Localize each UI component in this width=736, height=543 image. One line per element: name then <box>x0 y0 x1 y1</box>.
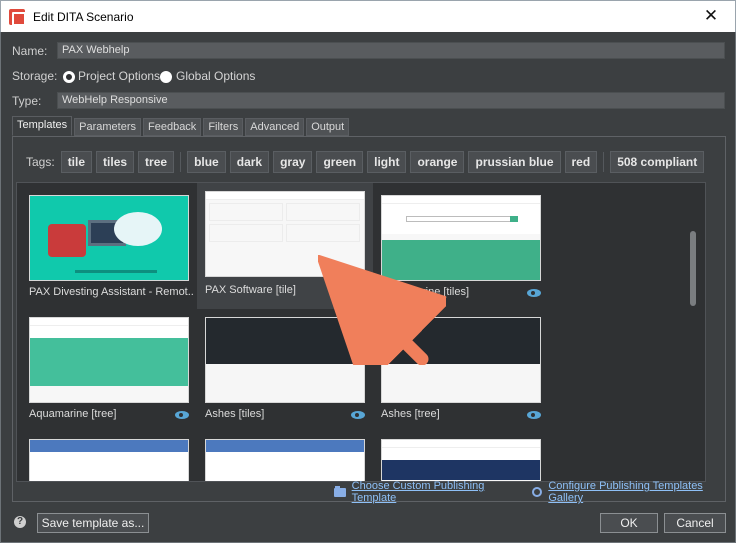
template-thumbnail <box>29 317 189 403</box>
dialog-body: Name: PAX Webhelp Storage: Project Optio… <box>0 32 736 543</box>
template-name: Ashes [tiles] <box>205 408 265 420</box>
choose-custom-template-link[interactable]: Choose Custom Publishing Template <box>352 480 527 504</box>
tab-output[interactable]: Output <box>306 118 350 136</box>
template-name: Aquamarine [tree] <box>29 408 117 420</box>
template-name: PAX Software [tile] <box>205 284 296 296</box>
type-label: Type: <box>12 94 42 108</box>
project-options-radio[interactable] <box>63 71 75 83</box>
tab-filters[interactable]: Filters <box>203 118 244 136</box>
gallery-links: Choose Custom Publishing Template Config… <box>334 480 735 504</box>
ok-button[interactable]: OK <box>600 513 658 533</box>
tag-orange[interactable]: orange <box>410 151 465 173</box>
name-field[interactable]: PAX Webhelp <box>57 42 725 59</box>
folder-icon <box>334 485 346 497</box>
template-card[interactable]: PAX Divesting Assistant - Remot... <box>21 187 194 307</box>
template-thumbnail <box>29 439 189 481</box>
template-thumbnail <box>205 317 365 403</box>
window-title: Edit DITA Scenario <box>33 9 134 24</box>
tag-light[interactable]: light <box>367 151 407 173</box>
eye-icon[interactable] <box>351 411 365 419</box>
template-gallery[interactable]: PAX Divesting Assistant - Remot... PAX S… <box>16 182 706 482</box>
help-icon[interactable]: ? <box>14 516 26 528</box>
template-card-selected[interactable]: PAX Software [tile] <box>197 183 373 309</box>
template-card[interactable] <box>197 431 365 481</box>
tag-green[interactable]: green <box>316 151 364 173</box>
tag-508-compliant[interactable]: 508 compliant <box>610 151 705 173</box>
cancel-button[interactable]: Cancel <box>664 513 726 533</box>
template-name: PAX Divesting Assistant - Remot... <box>29 286 194 298</box>
template-card[interactable]: Aquamarine [tree] <box>21 309 189 429</box>
tab-templates[interactable]: Templates <box>12 116 73 136</box>
template-card[interactable] <box>21 431 189 481</box>
gear-icon <box>532 487 543 497</box>
template-card[interactable]: Ashes [tree] <box>373 309 541 429</box>
tab-parameters[interactable]: Parameters <box>74 118 141 136</box>
save-template-button[interactable]: Save template as... <box>37 513 149 533</box>
template-thumbnail <box>381 317 541 403</box>
tab-feedback[interactable]: Feedback <box>143 118 202 136</box>
template-thumbnail <box>381 439 541 481</box>
tab-advanced[interactable]: Advanced <box>245 118 305 136</box>
tab-bar: Templates Parameters Feedback Filters Ad… <box>12 116 351 136</box>
project-options-label: Project Options <box>78 69 161 83</box>
template-card[interactable]: Aquamarine [tiles] <box>373 187 541 307</box>
tag-prussian-blue[interactable]: prussian blue <box>468 151 561 173</box>
tag-separator <box>180 152 182 172</box>
global-options-radio[interactable] <box>160 71 172 83</box>
name-label: Name: <box>12 44 48 58</box>
tag-tree[interactable]: tree <box>138 151 175 173</box>
template-card[interactable]: Ashes [tiles] <box>197 309 365 429</box>
template-thumbnail <box>29 195 189 281</box>
template-thumbnail <box>381 195 541 281</box>
template-card[interactable] <box>373 431 541 481</box>
eye-icon[interactable] <box>527 411 541 419</box>
tag-gray[interactable]: gray <box>273 151 313 173</box>
tags-row: Tags: tile tiles tree blue dark gray gre… <box>26 150 708 174</box>
templates-panel: Tags: tile tiles tree blue dark gray gre… <box>12 136 726 502</box>
tag-tiles[interactable]: tiles <box>96 151 135 173</box>
tags-label: Tags: <box>26 155 55 169</box>
template-name: Aquamarine [tiles] <box>381 286 470 298</box>
eye-icon[interactable] <box>527 289 541 297</box>
tag-separator <box>603 152 605 172</box>
template-thumbnail <box>205 439 365 481</box>
tag-tile[interactable]: tile <box>60 151 93 173</box>
title-bar: Edit DITA Scenario ✕ <box>0 0 736 32</box>
configure-gallery-link[interactable]: Configure Publishing Templates Gallery <box>548 480 735 504</box>
storage-label: Storage: <box>12 69 58 83</box>
close-icon[interactable]: ✕ <box>701 6 721 26</box>
tag-dark[interactable]: dark <box>229 151 270 173</box>
tag-red[interactable]: red <box>564 151 598 173</box>
template-name: Ashes [tree] <box>381 408 440 420</box>
template-thumbnail <box>205 191 365 277</box>
tag-blue[interactable]: blue <box>187 151 226 173</box>
gallery-scrollbar[interactable] <box>690 231 696 306</box>
eye-icon[interactable] <box>175 411 189 419</box>
global-options-label: Global Options <box>176 69 256 83</box>
type-field: WebHelp Responsive <box>57 92 725 109</box>
app-icon <box>9 8 26 26</box>
